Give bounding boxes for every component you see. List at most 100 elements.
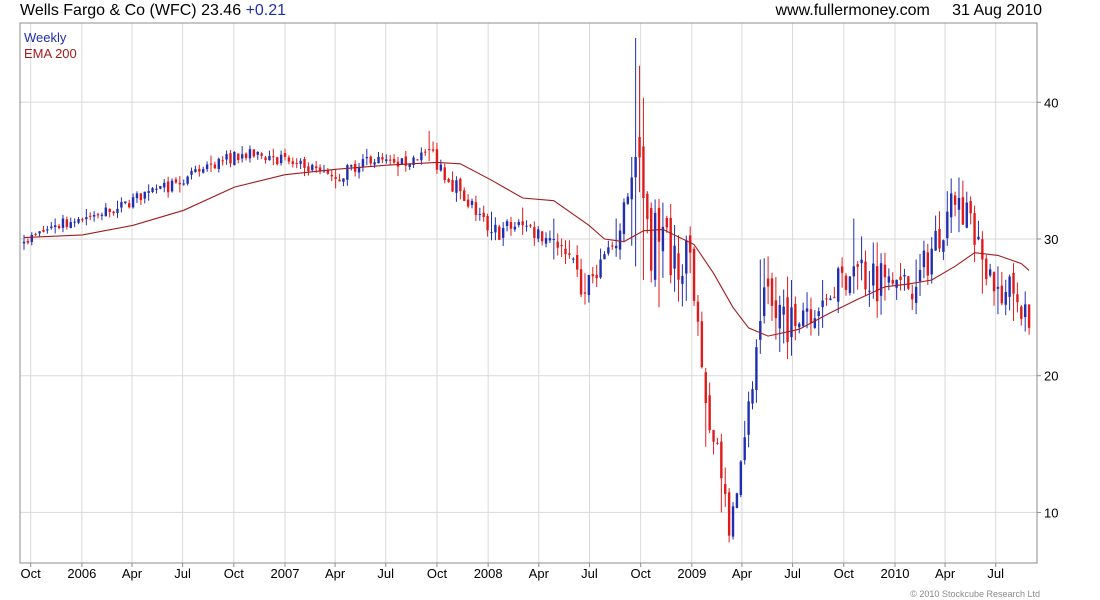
candlestick	[724, 467, 727, 507]
candlestick	[607, 240, 610, 256]
candle-body	[638, 136, 641, 158]
candle-body	[509, 221, 513, 229]
candle-body	[155, 188, 158, 190]
candlestick	[661, 202, 665, 278]
candlestick	[774, 277, 778, 340]
candle-body	[564, 248, 567, 255]
candlestick	[96, 212, 100, 219]
candle-body	[194, 169, 197, 173]
candle-body	[182, 183, 185, 185]
candle-body	[482, 212, 485, 218]
candlestick	[591, 267, 594, 284]
candlestick	[630, 156, 633, 246]
candle-body	[969, 201, 972, 214]
candle-body	[229, 153, 232, 164]
candlestick	[1016, 282, 1019, 313]
candlestick	[669, 203, 672, 284]
candlestick	[872, 242, 875, 299]
legend-weekly: Weekly	[24, 30, 67, 45]
candlestick	[716, 437, 719, 445]
candle-body	[907, 276, 910, 289]
plot-frame	[19, 22, 1038, 564]
candlestick	[451, 171, 454, 193]
candle-body	[85, 217, 88, 220]
candlestick	[427, 131, 431, 162]
candlestick	[575, 245, 579, 277]
candlestick	[985, 254, 988, 286]
candlestick	[1000, 271, 1004, 306]
candle-body	[77, 219, 80, 223]
candle-body	[544, 238, 548, 244]
candle-body	[463, 190, 466, 201]
candle-body	[264, 157, 267, 161]
candle-body	[420, 152, 423, 161]
candle-body	[762, 287, 766, 317]
candlestick	[829, 295, 832, 301]
candle-body	[1016, 294, 1019, 303]
candlestick	[579, 258, 583, 298]
candlestick	[42, 225, 45, 233]
x-tick-label: Jul	[174, 566, 191, 581]
candlestick	[225, 150, 228, 165]
candle-body	[591, 274, 594, 277]
candlestick	[688, 226, 692, 274]
candle-body	[143, 191, 146, 199]
candle-body	[233, 151, 236, 166]
candle-body	[650, 207, 653, 271]
candlestick	[412, 155, 415, 168]
candle-body	[630, 177, 633, 200]
x-tick-label: Jul	[987, 566, 1004, 581]
candlestick	[942, 239, 945, 260]
candlestick	[135, 191, 139, 204]
candle-body	[163, 182, 166, 188]
candle-body	[147, 191, 150, 193]
candle-body	[221, 160, 224, 162]
candlestick	[860, 236, 863, 281]
candlestick	[864, 250, 867, 297]
candlestick	[840, 257, 844, 288]
candlestick	[272, 148, 275, 166]
candlestick	[646, 191, 649, 234]
candle-body	[669, 217, 672, 276]
candle-body	[295, 163, 298, 165]
candle-body	[747, 401, 750, 435]
candle-body	[346, 165, 349, 180]
candle-body	[116, 208, 119, 213]
candle-body	[455, 180, 458, 193]
x-tick-label: Oct	[834, 566, 855, 581]
candle-body	[692, 248, 696, 301]
candlestick	[416, 159, 419, 161]
candlestick	[424, 149, 427, 156]
candlestick	[431, 141, 435, 153]
candle-body	[139, 193, 143, 201]
x-tick-label: Apr	[529, 566, 550, 581]
candle-body	[587, 274, 591, 296]
candlestick	[252, 149, 256, 158]
candlestick	[256, 151, 259, 160]
x-tick-label: 2008	[474, 566, 503, 581]
candlestick-series	[22, 38, 1031, 543]
candlestick	[626, 193, 630, 205]
candlestick	[759, 259, 762, 354]
candle-body	[447, 179, 450, 183]
candlestick	[653, 199, 657, 287]
candlestick	[346, 163, 349, 186]
candlestick	[879, 253, 883, 315]
candlestick	[770, 272, 774, 321]
candle-body	[338, 179, 341, 182]
candle-body	[186, 176, 189, 184]
candlestick	[455, 176, 458, 202]
candle-body	[174, 179, 178, 183]
candlestick	[338, 173, 341, 182]
candlestick	[992, 271, 996, 306]
candlestick	[459, 177, 462, 200]
candle-body	[73, 221, 76, 223]
candlestick	[708, 382, 711, 434]
candle-body	[42, 229, 45, 232]
candlestick	[198, 164, 201, 177]
candle-body	[385, 159, 388, 161]
candlestick	[322, 164, 326, 174]
candlestick	[517, 219, 520, 228]
candle-body	[311, 164, 314, 171]
candle-body	[607, 247, 610, 254]
